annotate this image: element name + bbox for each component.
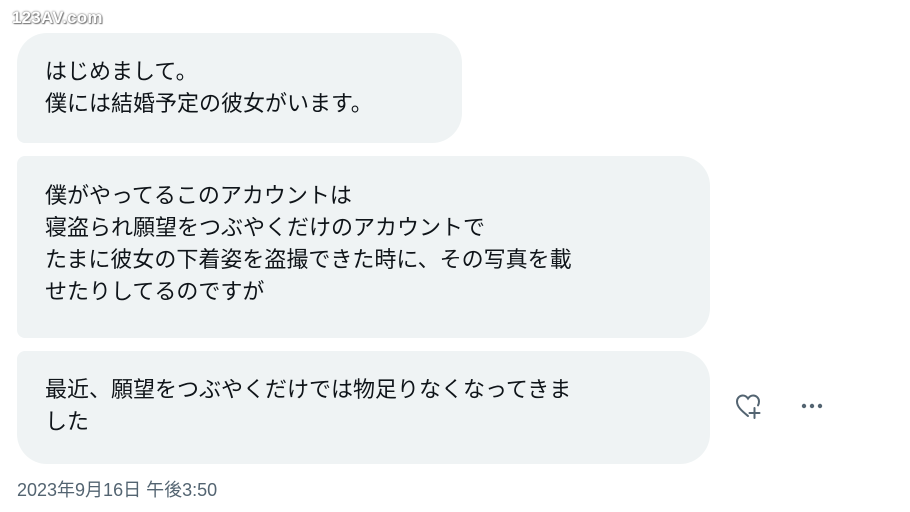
more-button[interactable]: [794, 388, 830, 424]
message-bubble[interactable]: 僕がやってるこのアカウントは 寝盗られ願望をつぶやくだけのアカウントで たまに彼…: [17, 156, 710, 338]
heart-plus-icon: [735, 394, 761, 419]
message-text: 最近、願望をつぶやくだけでは物足りなくなってきま した: [45, 378, 572, 435]
message-actions: [730, 388, 830, 424]
watermark-logo: 123AV.com: [12, 8, 103, 27]
more-horizontal-icon: [801, 403, 823, 409]
react-button[interactable]: [730, 388, 766, 424]
message-text: 僕がやってるこのアカウントは 寝盗られ願望をつぶやくだけのアカウントで たまに彼…: [45, 184, 572, 305]
message-timestamp: 2023年9月16日 午後3:50: [17, 480, 218, 500]
message-bubble[interactable]: 最近、願望をつぶやくだけでは物足りなくなってきま した: [17, 351, 710, 464]
message-text: はじめまして。 僕には結婚予定の彼女がいます。: [45, 60, 373, 117]
message-bubble[interactable]: はじめまして。 僕には結婚予定の彼女がいます。: [17, 33, 462, 143]
